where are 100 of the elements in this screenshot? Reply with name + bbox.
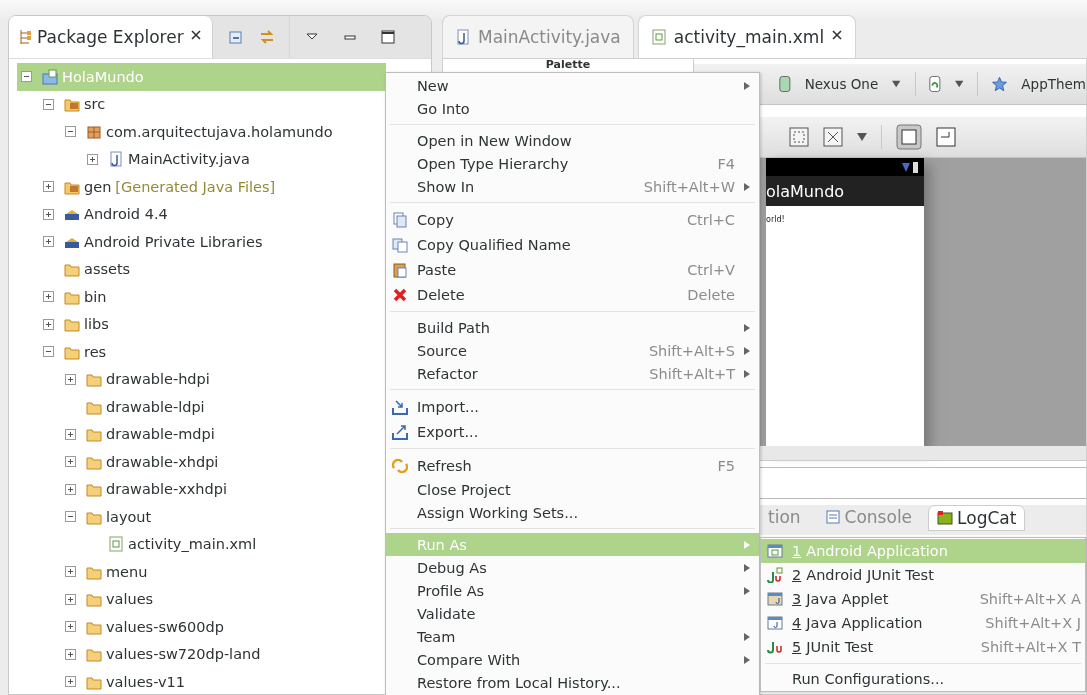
- action-item[interactable]: Go Into: [386, 97, 759, 120]
- action-item[interactable]: Source Shift+Alt+S: [386, 339, 759, 362]
- expand-toggle-icon[interactable]: [43, 181, 54, 193]
- tree-item[interactable]: src: [17, 90, 386, 118]
- expand-toggle-icon[interactable]: [65, 483, 76, 495]
- dropdown-caret-icon[interactable]: [892, 80, 901, 88]
- layout-toggle-icon[interactable]: [896, 124, 922, 150]
- tree-item[interactable]: com.arquitectujava.holamundo: [17, 118, 386, 146]
- dropdown-caret-icon[interactable]: [955, 80, 964, 88]
- tree-item[interactable]: drawable-mdpi: [17, 420, 386, 448]
- import-icon: [392, 398, 408, 415]
- layout-file-icon: [650, 29, 667, 45]
- expand-toggle-icon[interactable]: [43, 208, 54, 220]
- tree-item[interactable]: values-v11: [17, 668, 386, 694]
- editor-tab[interactable]: activity_main.xml: [637, 15, 857, 58]
- action-item[interactable]: 2 Android JUnit Test: [761, 563, 1085, 587]
- action-item[interactable]: Assign Working Sets...: [386, 501, 759, 524]
- fit-screen-icon[interactable]: [823, 127, 843, 147]
- collapse-toggle-icon[interactable]: [43, 98, 54, 110]
- action-item[interactable]: 5 JUnit Test Shift+Alt+X T: [761, 635, 1085, 659]
- tree-item-decoration: [Generated Java Files]: [115, 178, 276, 195]
- copy-icon: [392, 211, 408, 228]
- action-item[interactable]: Refactor Shift+Alt+T: [386, 362, 759, 385]
- theme-selector[interactable]: AppThem: [1021, 76, 1086, 92]
- view-tab[interactable]: Package Explorer: [9, 16, 213, 58]
- expand-toggle-icon[interactable]: [65, 621, 76, 633]
- tree-item[interactable]: libs: [17, 310, 386, 338]
- action-item[interactable]: Open Type Hierarchy F4: [386, 152, 759, 175]
- clipboard-icon: [392, 261, 408, 278]
- expand-toggle-icon[interactable]: [65, 593, 76, 605]
- collapse-toggle-icon[interactable]: [21, 71, 32, 83]
- action-item[interactable]: Show In Shift+Alt+W: [386, 175, 759, 198]
- tree-item[interactable]: menu: [17, 558, 386, 586]
- tree-item[interactable]: drawable-xxhdpi: [17, 475, 386, 503]
- folder-icon: [64, 261, 80, 278]
- action-item[interactable]: Close Project: [386, 478, 759, 501]
- action-item[interactable]: Validate: [386, 602, 759, 625]
- action-item[interactable]: Build Path: [386, 316, 759, 339]
- dropdown-caret-icon[interactable]: [857, 133, 867, 141]
- action-item[interactable]: Restore from Local History...: [386, 671, 759, 694]
- maximize-icon[interactable]: [379, 29, 396, 45]
- expand-toggle-icon[interactable]: [65, 566, 76, 578]
- star-icon: [992, 75, 1008, 93]
- action-item[interactable]: Team: [386, 625, 759, 648]
- action-item[interactable]: Profile As: [386, 579, 759, 602]
- signal-icon: [902, 162, 910, 172]
- expand-toggle-icon[interactable]: [43, 236, 54, 248]
- expand-toggle-icon[interactable]: [65, 676, 76, 688]
- action-item[interactable]: New: [386, 74, 759, 97]
- tree-item[interactable]: drawable-ldpi: [17, 393, 386, 421]
- action-item[interactable]: Copy Ctrl+C: [386, 207, 759, 232]
- battery-icon: [913, 161, 918, 173]
- collapse-toggle-icon[interactable]: [65, 511, 76, 523]
- tree-item[interactable]: res: [17, 338, 386, 366]
- applet-icon: [767, 591, 783, 607]
- view-tab[interactable]: LogCat: [928, 505, 1026, 531]
- tree-item[interactable]: values-sw600dp: [17, 613, 386, 641]
- layout-toggle-icon[interactable]: [936, 127, 956, 147]
- action-item[interactable]: 3 Java Applet Shift+Alt+X A: [761, 587, 1085, 611]
- logcat-icon: [937, 510, 954, 526]
- tree-item[interactable]: Android 4.4: [17, 200, 386, 228]
- select-area-icon[interactable]: [789, 127, 809, 147]
- action-item[interactable]: Delete Delete: [386, 282, 759, 307]
- tree-item[interactable]: values: [17, 585, 386, 613]
- tree-item[interactable]: values-sw720dp-land: [17, 640, 386, 668]
- expand-toggle-icon[interactable]: [87, 153, 98, 165]
- expand-toggle-icon[interactable]: [65, 373, 76, 385]
- tree-item[interactable]: assets: [17, 255, 386, 283]
- action-item[interactable]: Copy Qualified Name: [386, 232, 759, 257]
- device-selector[interactable]: Nexus One: [804, 76, 879, 92]
- tree-item[interactable]: bin: [17, 283, 386, 311]
- tree-item[interactable]: Android Private Libraries: [17, 228, 386, 256]
- action-item[interactable]: 4 Java Application Shift+Alt+X J: [761, 611, 1085, 635]
- tree-item[interactable]: MainActivity.java: [17, 145, 386, 173]
- tree-item[interactable]: drawable-hdpi: [17, 365, 386, 393]
- action-item[interactable]: Paste Ctrl+V: [386, 257, 759, 282]
- collapse-toggle-icon[interactable]: [43, 346, 54, 358]
- action-item[interactable]: Compare With: [386, 648, 759, 671]
- expand-toggle-icon[interactable]: [65, 428, 76, 440]
- rotate-icon[interactable]: [929, 74, 942, 94]
- action-item[interactable]: Import...: [386, 394, 759, 419]
- collapse-all-icon[interactable]: [226, 29, 243, 45]
- expand-toggle-icon[interactable]: [43, 318, 54, 330]
- phone-icon: [779, 74, 791, 94]
- action-item[interactable]: Refresh F5: [386, 453, 759, 478]
- action-item[interactable]: Run Configurations...: [761, 668, 1085, 690]
- collapse-toggle-icon[interactable]: [65, 126, 76, 138]
- expand-toggle-icon[interactable]: [65, 648, 76, 660]
- action-item[interactable]: Export...: [386, 419, 759, 444]
- tree-item[interactable]: activity_main.xml: [17, 530, 386, 558]
- action-item[interactable]: Open in New Window: [386, 129, 759, 152]
- delete-icon: [392, 286, 408, 303]
- tree-item[interactable]: gen [Generated Java Files]: [17, 173, 386, 201]
- tree-item[interactable]: layout: [17, 503, 386, 531]
- app-title: olaMundo: [766, 181, 845, 201]
- refresh-icon: [392, 457, 408, 474]
- action-item[interactable]: Debug As: [386, 556, 759, 579]
- expand-toggle-icon[interactable]: [65, 456, 76, 468]
- expand-toggle-icon[interactable]: [43, 291, 54, 303]
- tree-item[interactable]: drawable-xhdpi: [17, 448, 386, 476]
